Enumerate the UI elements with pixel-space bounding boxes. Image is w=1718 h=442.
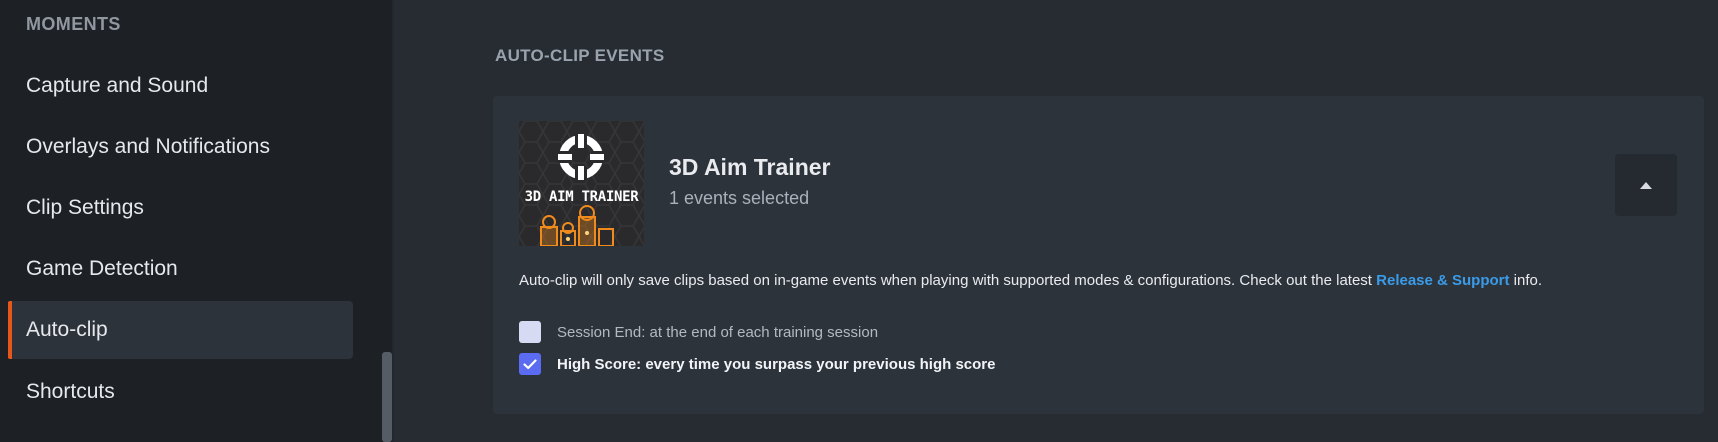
auto-clip-info-suffix: info.	[1509, 272, 1543, 289]
sidebar-item-label: Game Detection	[26, 257, 178, 280]
game-thumbnail-title: 3D AIM TRAINER	[524, 189, 639, 205]
sidebar-item-overlays-and-notifications[interactable]: Overlays and Notifications	[8, 118, 353, 176]
sidebar-item-label: Clip Settings	[26, 196, 144, 219]
collapse-button[interactable]	[1615, 154, 1677, 216]
session-end-label: Session End: at the end of each training…	[557, 323, 879, 341]
high-score-checkbox[interactable]	[519, 353, 541, 375]
sidebar-scrollbar-thumb[interactable]	[382, 352, 392, 442]
sidebar-item-label: Auto-clip	[26, 318, 108, 341]
game-logo-icon	[519, 121, 644, 246]
settings-sidebar: MOMENTS Capture and Sound Overlays and N…	[0, 0, 382, 442]
caret-up-icon	[1640, 182, 1652, 189]
sidebar-item-label: Overlays and Notifications	[26, 135, 270, 158]
auto-clip-info: Auto-clip will only save clips based on …	[519, 272, 1542, 289]
panel-divider	[392, 0, 394, 442]
checkmark-icon	[523, 358, 537, 369]
game-title: 3D Aim Trainer	[669, 154, 831, 180]
sidebar-item-capture-and-sound[interactable]: Capture and Sound	[8, 57, 353, 115]
section-title: AUTO-CLIP EVENTS	[495, 46, 665, 65]
sidebar-item-label: Shortcuts	[26, 380, 115, 403]
release-support-link[interactable]: Release & Support	[1376, 272, 1509, 289]
sidebar-item-label: Capture and Sound	[26, 74, 209, 97]
game-auto-clip-card: 3D AIM TRAINER 3D Aim Trainer 1 events s…	[493, 96, 1704, 414]
sidebar-item-auto-clip[interactable]: Auto-clip	[8, 301, 353, 359]
auto-clip-info-text: Auto-clip will only save clips based on …	[519, 272, 1377, 289]
sidebar-section-moments: MOMENTS	[26, 14, 121, 34]
sidebar-item-game-detection[interactable]: Game Detection	[8, 240, 353, 298]
session-end-checkbox[interactable]	[519, 321, 541, 343]
sidebar-item-clip-settings[interactable]: Clip Settings	[8, 179, 353, 237]
event-option-high-score[interactable]: High Score: every time you surpass your …	[519, 353, 995, 375]
high-score-label: High Score: every time you surpass your …	[557, 355, 996, 373]
game-thumbnail: 3D AIM TRAINER	[519, 121, 644, 246]
event-option-session-end[interactable]: Session End: at the end of each training…	[519, 321, 878, 343]
sidebar-item-shortcuts[interactable]: Shortcuts	[8, 363, 353, 421]
events-selected-count: 1 events selected	[669, 188, 810, 208]
